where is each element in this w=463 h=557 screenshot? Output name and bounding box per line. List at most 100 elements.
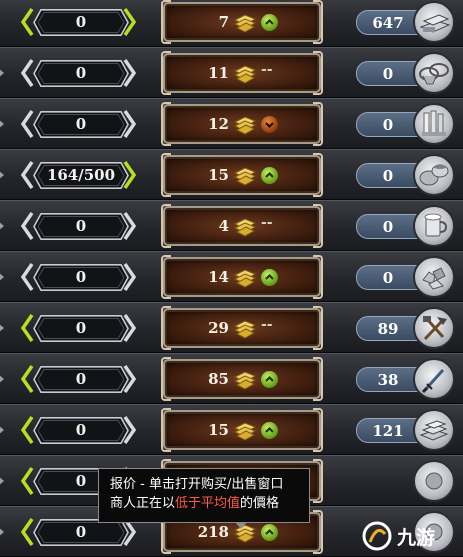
increase-quantity-button[interactable] (123, 161, 137, 189)
quantity-value: 0 (75, 421, 87, 439)
gold-coins-icon (233, 61, 257, 85)
price-trend-up-icon (261, 14, 278, 31)
price-value: 14 (208, 268, 229, 286)
trade-row: 0 4 -- 0 (0, 200, 463, 251)
beer-mug-icon[interactable] (413, 205, 455, 247)
quantity-value: 0 (75, 370, 87, 388)
quantity-value: 0 (75, 13, 87, 31)
decrease-quantity-button[interactable] (20, 212, 34, 240)
price-offer-button[interactable]: 85 (161, 357, 323, 401)
row-expand-arrow-icon[interactable] (0, 220, 4, 232)
watermark-logo-icon (362, 521, 392, 551)
decrease-quantity-button[interactable] (20, 110, 34, 138)
stock-badge: 89 (356, 316, 420, 341)
price-offer-button[interactable]: 15 (161, 408, 323, 452)
ore-icon[interactable] (413, 256, 455, 298)
increase-quantity-button[interactable] (123, 212, 137, 240)
stock-badge: 38 (356, 367, 420, 392)
price-trend-none: -- (261, 215, 273, 231)
row-expand-arrow-icon[interactable] (0, 271, 4, 283)
quantity-value: 0 (75, 523, 87, 541)
decrease-quantity-button[interactable] (20, 314, 34, 342)
quantity-field[interactable]: 0 (33, 417, 129, 444)
pots-icon[interactable] (413, 154, 455, 196)
stock-badge: 121 (356, 418, 420, 443)
price-trend-none: -- (261, 317, 273, 333)
price-value: 218 (197, 523, 229, 541)
baskets-icon[interactable] (413, 52, 455, 94)
increase-quantity-button[interactable] (123, 416, 137, 444)
increase-quantity-button[interactable] (123, 59, 137, 87)
quantity-field[interactable]: 0 (33, 366, 129, 393)
increase-quantity-button[interactable] (123, 263, 137, 291)
trade-row: 0 12 0 (0, 98, 463, 149)
row-expand-arrow-icon[interactable] (0, 67, 4, 79)
gold-coins-icon (233, 367, 257, 391)
quantity-field[interactable]: 0 (33, 9, 129, 36)
row-expand-arrow-icon[interactable] (0, 169, 4, 181)
price-trend-down-icon (261, 116, 278, 133)
ingot-stack-icon[interactable] (413, 1, 455, 43)
watermark-text: 九游 (397, 526, 436, 549)
row-expand-arrow-icon[interactable] (0, 118, 4, 130)
quantity-field[interactable]: 0 (33, 60, 129, 87)
increase-quantity-button[interactable] (123, 110, 137, 138)
decrease-quantity-button[interactable] (20, 518, 34, 546)
quantity-field[interactable]: 164/500 (33, 162, 129, 189)
decrease-quantity-button[interactable] (20, 263, 34, 291)
gold-coins-icon (233, 163, 257, 187)
quantity-value: 0 (75, 64, 87, 82)
price-offer-button[interactable]: 11 -- (161, 51, 323, 95)
price-offer-button[interactable]: 4 -- (161, 204, 323, 248)
trade-row: 0 15 121 (0, 404, 463, 455)
increase-quantity-button[interactable] (123, 365, 137, 393)
price-trend-up-icon (261, 371, 278, 388)
row-expand-arrow-icon[interactable] (0, 475, 4, 487)
row-expand-arrow-icon[interactable] (0, 322, 4, 334)
silver-bars-icon[interactable] (413, 103, 455, 145)
tooltip-line-2: 商人正在以低于平均值的價格 (110, 494, 300, 513)
quantity-field[interactable]: 0 (33, 264, 129, 291)
quantity-field[interactable]: 0 (33, 519, 129, 546)
price-value: 12 (208, 115, 229, 133)
trade-row: 164/500 15 0 (0, 149, 463, 200)
iron-ingots-icon[interactable] (413, 409, 455, 451)
quantity-field[interactable]: 0 (33, 213, 129, 240)
decrease-quantity-button[interactable] (20, 467, 34, 495)
trade-row: 0 85 38 (0, 353, 463, 404)
dagger-icon[interactable] (413, 358, 455, 400)
row-expand-arrow-icon[interactable] (0, 373, 4, 385)
row-expand-arrow-icon[interactable] (0, 526, 4, 538)
decrease-quantity-button[interactable] (20, 8, 34, 36)
decrease-quantity-button[interactable] (20, 161, 34, 189)
gold-coins-icon (233, 418, 257, 442)
quantity-value: 0 (75, 319, 87, 337)
price-offer-button[interactable]: 14 (161, 255, 323, 299)
price-offer-button[interactable]: 7 (161, 0, 323, 44)
quantity-value: 0 (75, 217, 87, 235)
gold-coins-icon (233, 112, 257, 136)
price-value: 15 (208, 421, 229, 439)
price-value: 4 (218, 217, 229, 235)
item-icon[interactable] (413, 460, 455, 502)
gold-coins-icon (233, 265, 257, 289)
quantity-field[interactable]: 0 (33, 111, 129, 138)
price-offer-button[interactable]: 15 (161, 153, 323, 197)
decrease-quantity-button[interactable] (20, 59, 34, 87)
price-value: 11 (208, 64, 229, 82)
price-trend-up-icon (261, 524, 278, 541)
decrease-quantity-button[interactable] (20, 416, 34, 444)
price-offer-button[interactable]: 29 -- (161, 306, 323, 350)
row-expand-arrow-icon[interactable] (0, 424, 4, 436)
increase-quantity-button[interactable] (123, 8, 137, 36)
price-trend-up-icon (261, 422, 278, 439)
tooltip-line-2-prefix: 商人正在以 (110, 496, 176, 511)
decrease-quantity-button[interactable] (20, 365, 34, 393)
price-offer-button[interactable]: 12 (161, 102, 323, 146)
gold-coins-icon (233, 316, 257, 340)
tools-icon[interactable] (413, 307, 455, 349)
quantity-field[interactable]: 0 (33, 315, 129, 342)
stock-badge: 0 (356, 214, 420, 239)
tooltip-line-2-suffix: 的價格 (240, 496, 280, 511)
increase-quantity-button[interactable] (123, 314, 137, 342)
